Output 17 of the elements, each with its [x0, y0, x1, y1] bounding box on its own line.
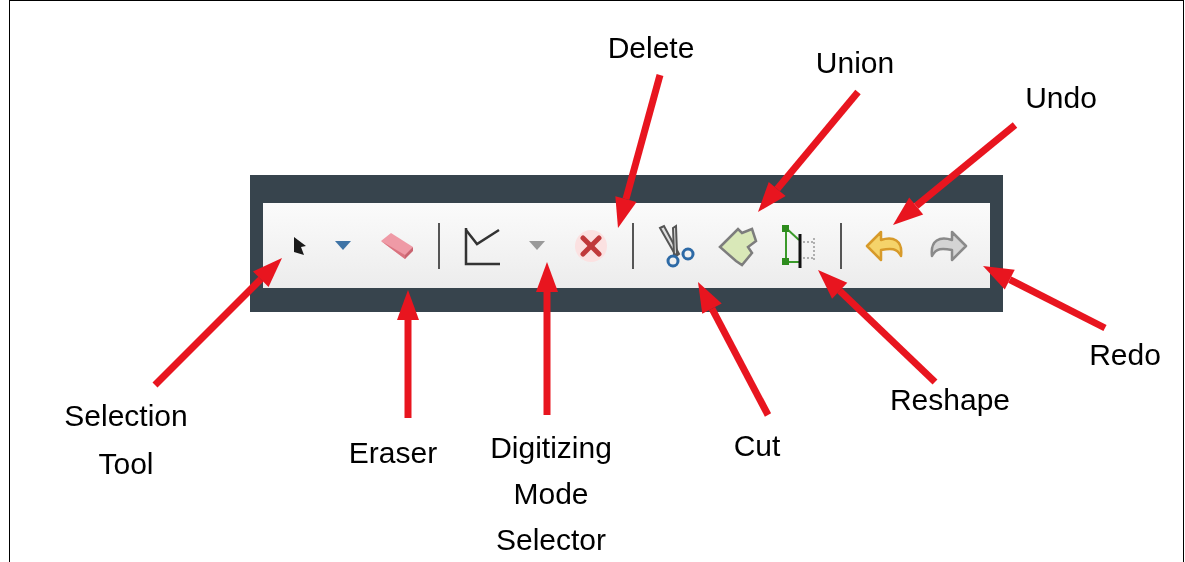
callout-label: Digitizing Mode Selector [489, 430, 613, 558]
delete-icon[interactable] [573, 227, 609, 264]
reshape-icon[interactable] [781, 223, 817, 268]
callout-label: Selection Tool [63, 398, 189, 482]
scissors-icon[interactable] [657, 223, 695, 268]
callout-label: Redo [1089, 337, 1161, 373]
callout-label: Undo [1025, 80, 1097, 116]
union-icon[interactable] [718, 224, 758, 267]
caret-icon[interactable] [334, 240, 352, 251]
callout-label: Union [815, 45, 895, 81]
eraser-icon[interactable] [379, 230, 415, 261]
callout-label: Cut [733, 428, 781, 464]
pointer-icon[interactable] [293, 235, 307, 256]
callout-label: Reshape [889, 382, 1011, 418]
callout-label: Delete [607, 30, 695, 66]
callout-label: Eraser [348, 435, 438, 471]
line-chart-icon[interactable] [463, 225, 501, 266]
